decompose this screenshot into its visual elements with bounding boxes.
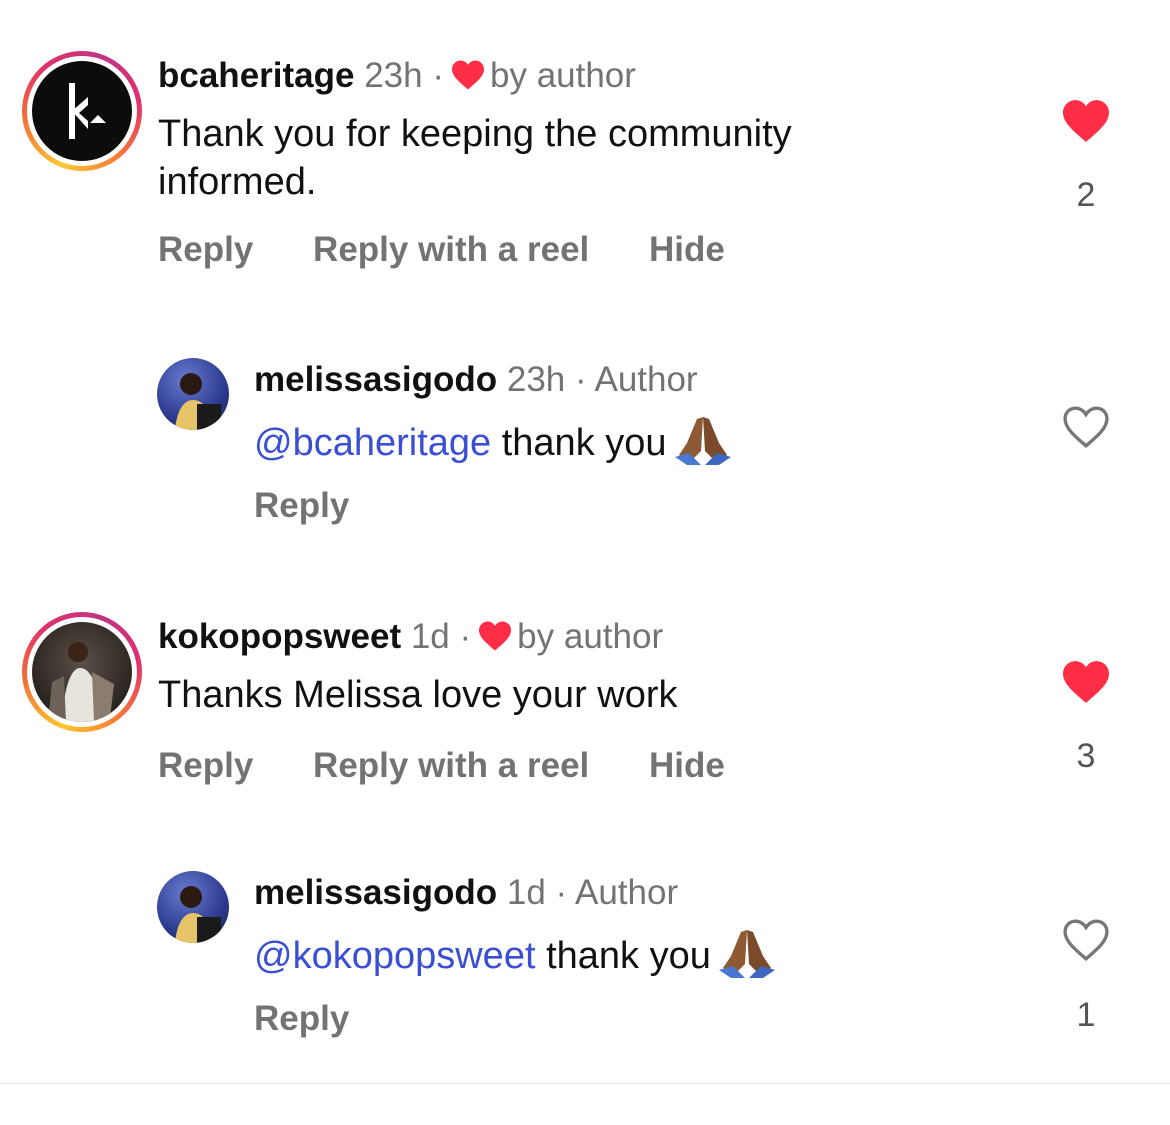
mention-link[interactable]: @kokopopsweet — [254, 935, 536, 977]
username[interactable]: melissasigodo — [254, 360, 497, 399]
liked-by-author-label: by author — [490, 56, 636, 95]
like-button[interactable] — [1060, 659, 1112, 710]
avatar[interactable] — [157, 358, 229, 430]
author-label: Author — [594, 360, 698, 399]
author-label: Author — [575, 873, 679, 912]
reply-button[interactable]: Reply — [254, 999, 349, 1038]
like-count: 3 — [1076, 737, 1096, 775]
avatar-story-ring[interactable] — [22, 612, 142, 732]
heart-outline-icon — [1063, 919, 1109, 962]
bcaheritage-logo-icon — [69, 83, 106, 139]
separator: · — [432, 56, 444, 95]
like-button[interactable] — [1060, 98, 1112, 149]
separator: · — [555, 873, 568, 912]
heart-filled-icon — [1063, 100, 1109, 142]
username[interactable]: kokopopsweet — [158, 617, 401, 656]
heart-outline-icon — [1063, 406, 1109, 449]
username[interactable]: melissasigodo — [254, 873, 497, 912]
like-count: 2 — [1076, 176, 1096, 214]
heart-filled-icon — [477, 620, 513, 661]
heart-filled-icon — [450, 59, 486, 100]
like-button[interactable] — [1060, 917, 1112, 968]
reply-with-reel-button[interactable]: Reply with a reel — [313, 746, 589, 785]
profile-photo-icon — [175, 886, 221, 943]
avatar — [32, 622, 132, 722]
avatar-story-ring[interactable] — [22, 51, 142, 171]
timestamp: 1d — [410, 617, 450, 656]
reply-button[interactable]: Reply — [158, 746, 253, 785]
comment-header: melissasigodo 1d · Author — [254, 873, 678, 913]
comment-text: Thank you for keeping the community info… — [158, 113, 792, 203]
profile-photo-icon — [48, 642, 114, 722]
liked-by-author-label: by author — [517, 617, 664, 656]
profile-photo-icon — [175, 373, 221, 430]
heart-filled-icon — [1063, 661, 1109, 703]
username[interactable]: bcaheritage — [158, 56, 354, 95]
mention-link[interactable]: @bcaheritage — [254, 422, 491, 464]
comment-actions: Reply — [254, 486, 399, 526]
reply-button[interactable]: Reply — [158, 230, 253, 269]
avatar — [32, 61, 132, 161]
like-button[interactable] — [1060, 404, 1112, 455]
reply-with-reel-button[interactable]: Reply with a reel — [313, 230, 589, 269]
folded-hands-emoji — [718, 926, 775, 990]
like-count: 1 — [1076, 996, 1096, 1034]
separator: · — [459, 617, 472, 656]
comment-actions: Reply — [254, 999, 399, 1039]
timestamp: 1d — [506, 873, 546, 912]
reply-text: thank you — [546, 935, 711, 977]
timestamp: 23h — [506, 360, 566, 399]
timestamp: 23h — [364, 56, 423, 95]
comment-actions: Reply Reply with a reel Hide — [158, 230, 775, 270]
comment-header: bcaheritage 23h · by author — [158, 56, 636, 100]
separator: · — [575, 360, 587, 399]
reply-button[interactable]: Reply — [254, 486, 349, 525]
comment-header: melissasigodo 23h · Author — [254, 360, 698, 400]
comment-text: Thanks Melissa love your work — [158, 674, 678, 716]
comment-text: @kokopopsweet thank you — [254, 926, 775, 990]
comment-actions: Reply Reply with a reel Hide — [158, 746, 775, 786]
divider — [0, 1083, 1170, 1084]
reply-text: thank you — [501, 422, 667, 464]
comment-header: kokopopsweet 1d · by author — [158, 617, 663, 661]
comment-text: @bcaheritage thank you — [254, 413, 731, 477]
hide-button[interactable]: Hide — [649, 230, 725, 269]
hide-button[interactable]: Hide — [649, 746, 725, 785]
folded-hands-emoji — [674, 413, 731, 477]
avatar[interactable] — [157, 871, 229, 943]
